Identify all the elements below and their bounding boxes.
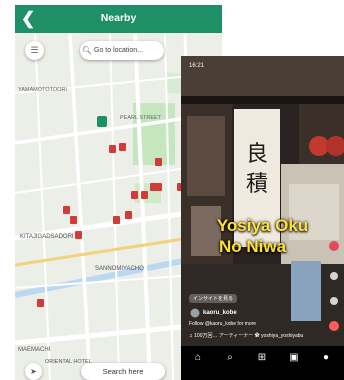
map-label: PEARL STREET [120,115,162,121]
add-icon[interactable]: ⊞ [253,352,271,363]
music-info[interactable]: ♫ 100万回… アーティーナー ✿ yoshiya_yoshiyabu [189,332,339,339]
search-icon: 🔍︎ [81,46,93,55]
filter-button[interactable]: ☰ [25,41,44,60]
locate-button[interactable]: ➤ [25,363,42,380]
map-label: MAEMACHI [18,347,51,353]
page-title: Nearby [100,12,137,24]
location-arrow-icon: ➤ [30,367,37,376]
search-placeholder: Go to location... [94,47,144,54]
sign-glyph: 積 [246,172,268,197]
insight-badge[interactable]: インサイトを見る [189,294,238,303]
map-label: YAMAMOTOTOORI [18,87,67,93]
search-icon[interactable]: ⌕ [221,352,239,363]
filter-icon: ☰ [30,45,39,55]
sign-glyph: 良 [246,142,268,167]
home-icon[interactable]: ⌂ [189,352,207,363]
account-name[interactable]: kaoru_kobe [203,310,237,316]
video-screen[interactable]: 良 積 16:21 Yosiya Oku No Niwa インサイトを見る ka… [181,56,344,380]
bottom-nav: ⌂ ⌕ ⊞ ▣ ● [181,346,344,380]
video-caption-line-1: Yosiya Oku [216,216,309,235]
transit-marker[interactable] [97,116,107,127]
search-here-button[interactable]: Search here [81,363,165,380]
map-label: KITAJIGADSADORI [20,234,74,240]
search-input[interactable]: 🔍︎ Go to location... [80,41,164,60]
inbox-icon[interactable]: ▣ [285,352,303,363]
map-header: ❮ Nearby [15,5,222,33]
map-label: SANNOMIYACHO [95,266,144,272]
status-time: 16:21 [189,63,205,69]
video-caption-line-2: No Niwa [218,237,287,256]
profile-icon[interactable]: ● [317,352,335,363]
video-description: Follow @kaoru_kobe for more [189,321,257,327]
